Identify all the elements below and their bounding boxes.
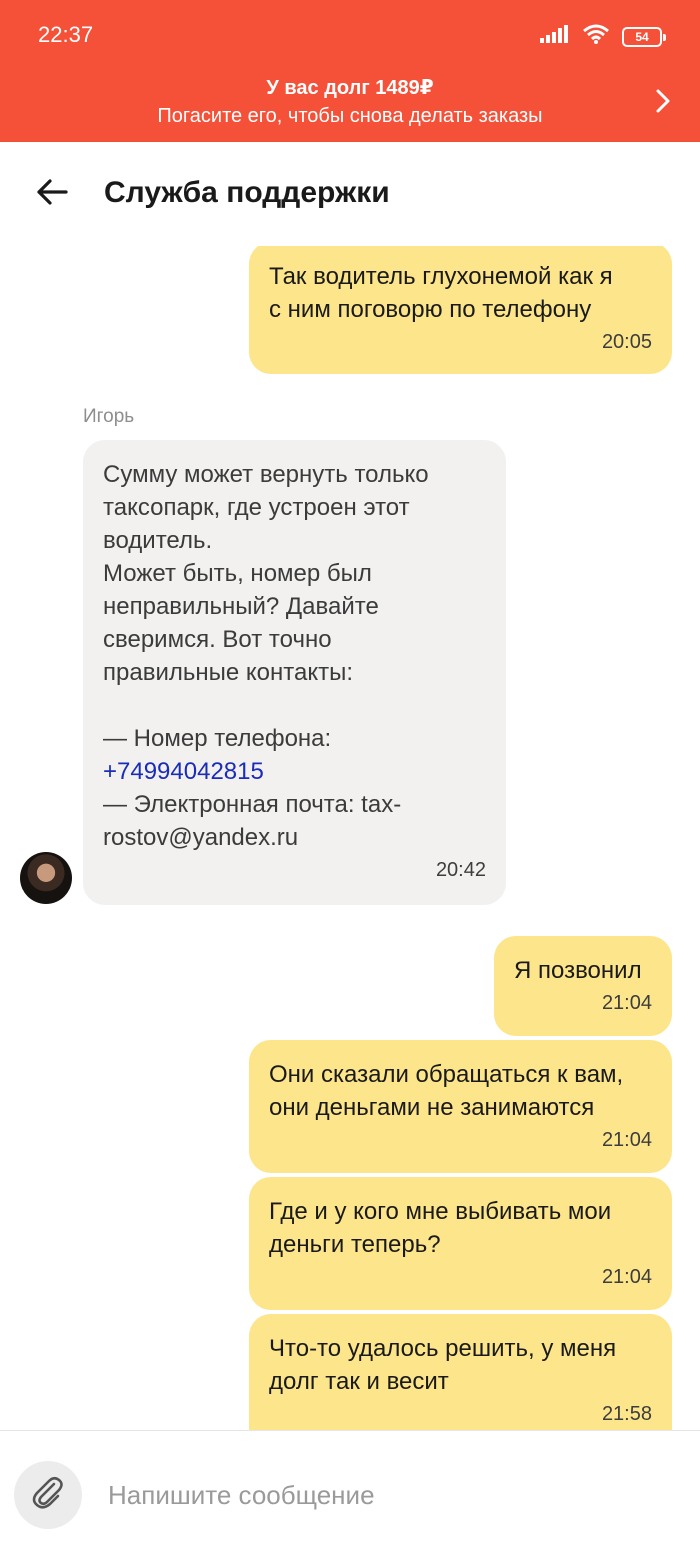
message-bubble-incoming[interactable]: Сумму может вернуть только таксопарк, гд…	[83, 440, 506, 905]
header: Служба поддержки	[0, 142, 700, 246]
banner-title: У вас долг 1489₽	[266, 77, 434, 99]
message-time: 21:04	[601, 1266, 652, 1288]
battery-level: 54	[635, 29, 649, 44]
battery-icon: 54	[622, 26, 666, 47]
sender-name: Игорь	[83, 406, 135, 427]
message-bubble-outgoing[interactable]: Так водитель глухонемой как я с ним пого…	[249, 246, 672, 374]
message-input[interactable]	[108, 1469, 668, 1521]
message-time: 21:04	[601, 1129, 652, 1151]
message-time: 20:42	[435, 859, 486, 881]
message-text: Они сказали обращаться к вам, они деньга…	[269, 1061, 624, 1121]
message-text: Где и у кого мне выбивать мои деньги теп…	[269, 1198, 612, 1258]
message-text: Сумму может вернуть только таксопарк, гд…	[103, 458, 486, 854]
message-text-part: Сумму может вернуть только таксопарк, гд…	[103, 461, 429, 752]
status-bar: 22:37 54	[0, 0, 700, 70]
status-time: 22:37	[38, 22, 94, 47]
message-text: Я позвонил	[514, 957, 642, 984]
banner-text: У вас долг 1489₽ Погасите его, чтобы сно…	[0, 74, 700, 130]
message-bubble-outgoing[interactable]: Где и у кого мне выбивать мои деньги теп…	[249, 1177, 672, 1310]
message-composer	[0, 1430, 700, 1556]
signal-icon	[540, 25, 570, 48]
banner-subtitle: Погасите его, чтобы снова делать заказы	[157, 105, 543, 127]
debt-banner[interactable]: 22:37 54 У вас долг 1489₽ Погасите его, …	[0, 0, 700, 142]
message-bubble-outgoing[interactable]: Они сказали обращаться к вам, они деньга…	[249, 1040, 672, 1173]
page-title: Служба поддержки	[104, 176, 390, 209]
back-button[interactable]	[30, 172, 74, 216]
wifi-icon	[582, 24, 610, 49]
message-text: Что-то удалось решить, у меня долг так и…	[269, 1335, 617, 1395]
status-icons: 54	[540, 24, 666, 49]
attach-button[interactable]	[14, 1461, 82, 1529]
avatar[interactable]	[20, 852, 72, 904]
message-time: 21:58	[601, 1403, 652, 1425]
paperclip-icon	[29, 1474, 67, 1517]
arrow-left-icon	[36, 178, 68, 211]
message-bubble-outgoing[interactable]: Что-то удалось решить, у меня долг так и…	[249, 1314, 672, 1430]
message-time: 21:04	[601, 992, 652, 1014]
message-text-part: — Электронная почта: tax- rostov@yandex.…	[103, 791, 402, 851]
chat-area[interactable]: Так водитель глухонемой как я с ним пого…	[0, 246, 700, 1430]
message-bubble-outgoing[interactable]: Я позвонил 21:04	[494, 936, 672, 1036]
message-text: Так водитель глухонемой как я с ним пого…	[269, 263, 613, 323]
phone-link[interactable]: +74994042815	[103, 758, 264, 785]
chevron-right-icon[interactable]	[652, 88, 674, 114]
message-time: 20:05	[601, 331, 652, 353]
